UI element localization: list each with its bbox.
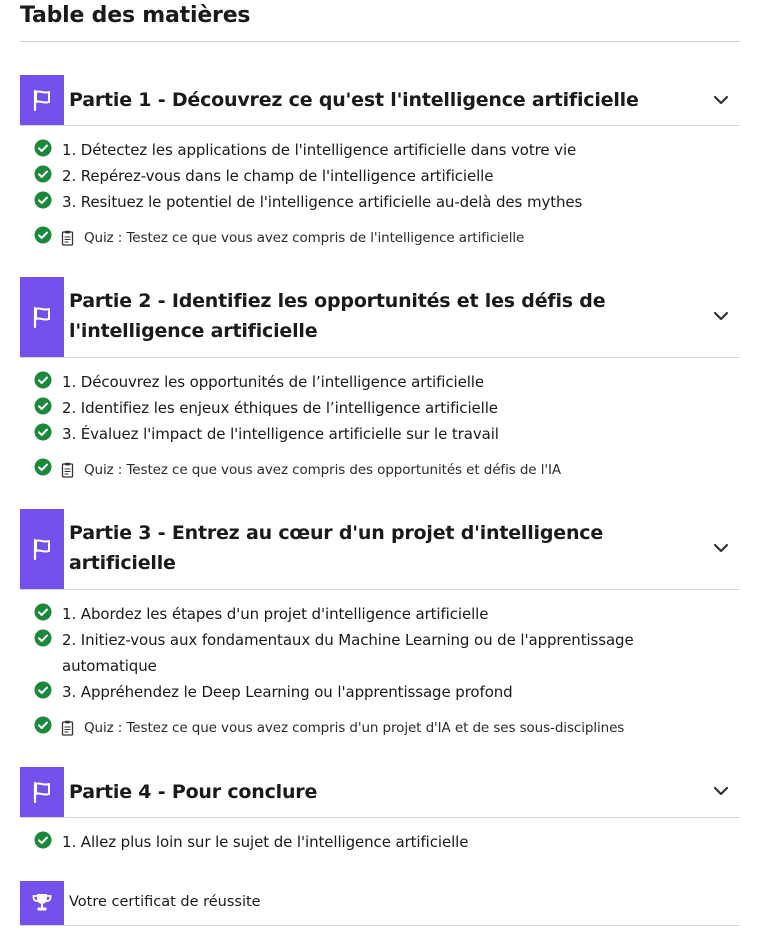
- chapter-label: 3. Resituez le potentiel de l'intelligen…: [62, 193, 583, 211]
- quiz-icon: [61, 230, 74, 246]
- certificate-label: Votre certificat de réussite: [69, 894, 261, 910]
- chapter-item[interactable]: 1. Allez plus loin sur le sujet de l'int…: [34, 829, 724, 855]
- divider: [20, 357, 740, 358]
- chevron-down-icon[interactable]: [712, 310, 730, 322]
- chapter-item[interactable]: 1. Détectez les applications de l'intell…: [34, 137, 724, 163]
- quiz-label: Quiz : Testez ce que vous avez compris d…: [84, 462, 561, 478]
- check-circle-icon: [34, 423, 52, 441]
- chapter-item[interactable]: 1. Découvrez les opportunités de l’intel…: [34, 369, 724, 395]
- flag-icon: [20, 509, 64, 589]
- chapter-item[interactable]: 2. Repérez-vous dans le champ de l'intel…: [34, 163, 724, 189]
- flag-icon: [20, 277, 64, 357]
- flag-icon: [20, 75, 64, 125]
- chapter-label: 2. Identifiez les enjeux éthiques de l’i…: [62, 399, 498, 417]
- check-circle-icon: [34, 139, 52, 157]
- quiz-icon: [61, 720, 74, 736]
- part-2-title-line-2: l'intelligence artificielle: [69, 320, 318, 342]
- part-1-title: Partie 1 - Découvrez ce qu'est l'intelli…: [69, 89, 639, 111]
- trophy-icon: [20, 881, 64, 925]
- part-4-title: Partie 4 - Pour conclure: [69, 781, 318, 803]
- divider: [20, 125, 740, 126]
- chapter-label: 1. Détectez les applications de l'intell…: [62, 141, 577, 159]
- check-circle-icon: [34, 681, 52, 699]
- quiz-item[interactable]: Quiz : Testez ce que vous avez compris d…: [34, 716, 724, 740]
- chapter-label: 1. Abordez les étapes d'un projet d'inte…: [62, 605, 489, 623]
- divider: [20, 925, 740, 926]
- part-3-title-line-2: artificielle: [69, 552, 176, 574]
- part-4-header[interactable]: Partie 4 - Pour conclure: [20, 767, 740, 817]
- check-circle-icon: [34, 165, 52, 183]
- chapter-item[interactable]: 3. Resituez le potentiel de l'intelligen…: [34, 189, 724, 215]
- check-circle-icon: [34, 716, 52, 734]
- check-circle-icon: [34, 371, 52, 389]
- check-circle-icon: [34, 629, 52, 647]
- chapter-item[interactable]: 3. Appréhendez le Deep Learning ou l'app…: [34, 679, 724, 705]
- chevron-down-icon[interactable]: [712, 785, 730, 797]
- quiz-icon: [61, 462, 74, 478]
- check-circle-icon: [34, 191, 52, 209]
- chevron-down-icon[interactable]: [712, 542, 730, 554]
- chapter-label: 1. Allez plus loin sur le sujet de l'int…: [62, 833, 469, 851]
- toc-title: Table des matières: [20, 3, 251, 28]
- quiz-item[interactable]: Quiz : Testez ce que vous avez compris d…: [34, 458, 724, 482]
- check-circle-icon: [34, 831, 52, 849]
- chapter-label: 2. Initiez-vous aux fondamentaux du Mach…: [62, 631, 634, 649]
- part-2-header[interactable]: Partie 2 - Identifiez les opportunités e…: [20, 277, 740, 357]
- check-circle-icon: [34, 458, 52, 476]
- part-2-title-line-1: Partie 2 - Identifiez les opportunités e…: [69, 290, 606, 312]
- part-2-title: Partie 2 - Identifiez les opportunités e…: [69, 286, 679, 346]
- chapter-label: 3. Appréhendez le Deep Learning ou l'app…: [62, 683, 513, 701]
- chapter-item[interactable]: 1. Abordez les étapes d'un projet d'inte…: [34, 601, 724, 627]
- check-circle-icon: [34, 226, 52, 244]
- part-3-header[interactable]: Partie 3 - Entrez au cœur d'un projet d'…: [20, 509, 740, 589]
- part-1-header[interactable]: Partie 1 - Découvrez ce qu'est l'intelli…: [20, 75, 740, 125]
- chapter-label: 1. Découvrez les opportunités de l’intel…: [62, 373, 484, 391]
- check-circle-icon: [34, 397, 52, 415]
- chapter-item[interactable]: 2. Initiez-vous aux fondamentaux du Mach…: [34, 627, 724, 679]
- certificate-item[interactable]: Votre certificat de réussite: [20, 881, 740, 925]
- quiz-label: Quiz : Testez ce que vous avez compris d…: [84, 720, 625, 736]
- part-3-title: Partie 3 - Entrez au cœur d'un projet d'…: [69, 518, 679, 578]
- divider: [20, 817, 740, 818]
- check-circle-icon: [34, 603, 52, 621]
- chapter-label: 3. Évaluez l'impact de l'intelligence ar…: [62, 425, 499, 443]
- chapter-label: 2. Repérez-vous dans le champ de l'intel…: [62, 167, 494, 185]
- quiz-label: Quiz : Testez ce que vous avez compris d…: [84, 230, 525, 246]
- quiz-item[interactable]: Quiz : Testez ce que vous avez compris d…: [34, 226, 724, 250]
- chapter-item[interactable]: 3. Évaluez l'impact de l'intelligence ar…: [34, 421, 724, 447]
- chevron-down-icon[interactable]: [712, 94, 730, 106]
- table-of-contents: Table des matières Partie 1 - Découvrez …: [0, 0, 771, 929]
- chapter-label-continued: automatique: [62, 657, 157, 675]
- divider: [20, 589, 740, 590]
- divider: [20, 41, 740, 42]
- part-3-title-line-1: Partie 3 - Entrez au cœur d'un projet d'…: [69, 522, 604, 544]
- chapter-item[interactable]: 2. Identifiez les enjeux éthiques de l’i…: [34, 395, 724, 421]
- flag-icon: [20, 767, 64, 817]
